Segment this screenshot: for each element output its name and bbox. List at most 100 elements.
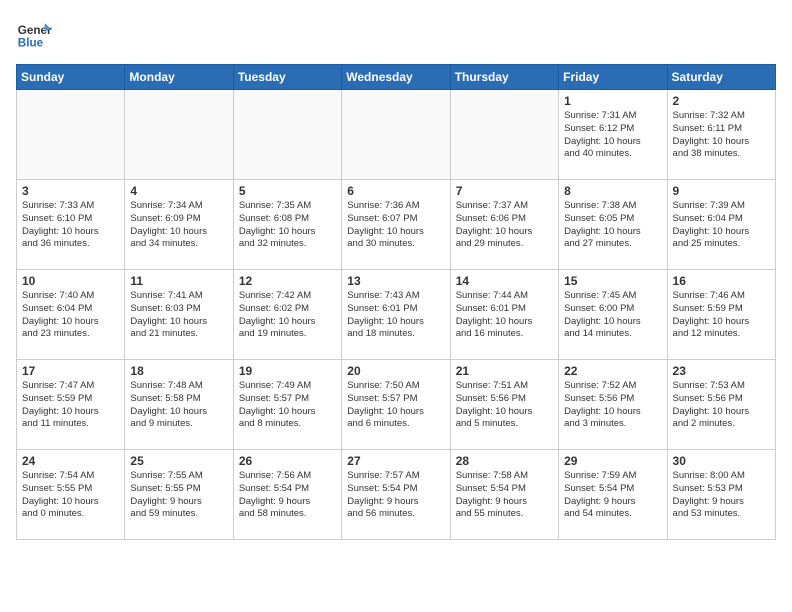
calendar-body: 1 Sunrise: 7:31 AMSunset: 6:12 PMDaylight… [17,90,776,540]
day-cell: 28 Sunrise: 7:58 AMSunset: 5:54 PMDayligh… [450,450,558,540]
day-info: Sunrise: 8:00 AMSunset: 5:53 PMDaylight:… [673,470,770,521]
day-cell: 6 Sunrise: 7:36 AMSunset: 6:07 PMDaylight… [342,180,450,270]
day-info: Sunrise: 7:39 AMSunset: 6:04 PMDaylight:… [673,200,770,251]
day-info: Sunrise: 7:40 AMSunset: 6:04 PMDaylight:… [22,290,119,341]
day-cell: 23 Sunrise: 7:53 AMSunset: 5:56 PMDayligh… [667,360,775,450]
day-info: Sunrise: 7:56 AMSunset: 5:54 PMDaylight:… [239,470,336,521]
weekday-saturday: Saturday [667,65,775,90]
day-info: Sunrise: 7:52 AMSunset: 5:56 PMDaylight:… [564,380,661,431]
day-number: 22 [564,364,661,378]
logo: General Blue [16,16,58,52]
day-number: 9 [673,184,770,198]
day-number: 14 [456,274,553,288]
week-row-2: 3 Sunrise: 7:33 AMSunset: 6:10 PMDaylight… [17,180,776,270]
day-cell: 24 Sunrise: 7:54 AMSunset: 5:55 PMDayligh… [17,450,125,540]
day-cell: 25 Sunrise: 7:55 AMSunset: 5:55 PMDayligh… [125,450,233,540]
day-info: Sunrise: 7:31 AMSunset: 6:12 PMDaylight:… [564,110,661,161]
day-cell [450,90,558,180]
day-number: 6 [347,184,444,198]
weekday-thursday: Thursday [450,65,558,90]
day-info: Sunrise: 7:33 AMSunset: 6:10 PMDaylight:… [22,200,119,251]
day-cell: 27 Sunrise: 7:57 AMSunset: 5:54 PMDayligh… [342,450,450,540]
day-cell: 1 Sunrise: 7:31 AMSunset: 6:12 PMDaylight… [559,90,667,180]
week-row-4: 17 Sunrise: 7:47 AMSunset: 5:59 PMDayligh… [17,360,776,450]
day-cell [125,90,233,180]
day-cell: 11Sunrise: 7:41 AMSunset: 6:03 PMDayligh… [125,270,233,360]
weekday-friday: Friday [559,65,667,90]
day-number: 17 [22,364,119,378]
day-number: 10 [22,274,119,288]
day-cell: 26 Sunrise: 7:56 AMSunset: 5:54 PMDayligh… [233,450,341,540]
week-row-3: 10 Sunrise: 7:40 AMSunset: 6:04 PMDayligh… [17,270,776,360]
day-info: Sunrise: 7:59 AMSunset: 5:54 PMDaylight:… [564,470,661,521]
day-number: 30 [673,454,770,468]
day-cell: 30 Sunrise: 8:00 AMSunset: 5:53 PMDayligh… [667,450,775,540]
day-number: 26 [239,454,336,468]
day-cell: 10 Sunrise: 7:40 AMSunset: 6:04 PMDayligh… [17,270,125,360]
day-info: Sunrise: 7:45 AMSunset: 6:00 PMDaylight:… [564,290,661,341]
day-cell: 3 Sunrise: 7:33 AMSunset: 6:10 PMDaylight… [17,180,125,270]
day-number: 4 [130,184,227,198]
day-number: 3 [22,184,119,198]
day-cell: 7 Sunrise: 7:37 AMSunset: 6:06 PMDaylight… [450,180,558,270]
day-cell: 18Sunrise: 7:48 AMSunset: 5:58 PMDayligh… [125,360,233,450]
week-row-1: 1 Sunrise: 7:31 AMSunset: 6:12 PMDaylight… [17,90,776,180]
day-info: Sunrise: 7:34 AMSunset: 6:09 PMDaylight:… [130,200,227,251]
day-info: Sunrise: 7:35 AMSunset: 6:08 PMDaylight:… [239,200,336,251]
day-info: Sunrise: 7:36 AMSunset: 6:07 PMDaylight:… [347,200,444,251]
day-info: Sunrise: 7:37 AMSunset: 6:06 PMDaylight:… [456,200,553,251]
day-number: 25 [130,454,227,468]
day-info: Sunrise: 7:54 AMSunset: 5:55 PMDaylight:… [22,470,119,521]
day-number: 27 [347,454,444,468]
day-info: Sunrise: 7:42 AMSunset: 6:02 PMDaylight:… [239,290,336,341]
svg-text:Blue: Blue [18,37,44,50]
day-number: 7 [456,184,553,198]
day-number: 20 [347,364,444,378]
day-cell [17,90,125,180]
weekday-wednesday: Wednesday [342,65,450,90]
day-number: 8 [564,184,661,198]
day-info: Sunrise: 7:43 AMSunset: 6:01 PMDaylight:… [347,290,444,341]
weekday-sunday: Sunday [17,65,125,90]
day-number: 29 [564,454,661,468]
day-info: Sunrise: 7:38 AMSunset: 6:05 PMDaylight:… [564,200,661,251]
weekday-monday: Monday [125,65,233,90]
day-cell: 8 Sunrise: 7:38 AMSunset: 6:05 PMDaylight… [559,180,667,270]
day-number: 2 [673,94,770,108]
day-number: 18 [130,364,227,378]
day-info: Sunrise: 7:51 AMSunset: 5:56 PMDaylight:… [456,380,553,431]
day-number: 28 [456,454,553,468]
day-cell [233,90,341,180]
day-info: Sunrise: 7:47 AMSunset: 5:59 PMDaylight:… [22,380,119,431]
day-info: Sunrise: 7:46 AMSunset: 5:59 PMDaylight:… [673,290,770,341]
day-info: Sunrise: 7:41 AMSunset: 6:03 PMDaylight:… [130,290,227,341]
day-number: 23 [673,364,770,378]
day-cell: 2 Sunrise: 7:32 AMSunset: 6:11 PMDaylight… [667,90,775,180]
day-info: Sunrise: 7:32 AMSunset: 6:11 PMDaylight:… [673,110,770,161]
day-info: Sunrise: 7:55 AMSunset: 5:55 PMDaylight:… [130,470,227,521]
day-number: 21 [456,364,553,378]
calendar-table: SundayMondayTuesdayWednesdayThursdayFrid… [16,64,776,540]
weekday-header-row: SundayMondayTuesdayWednesdayThursdayFrid… [17,65,776,90]
day-cell: 15 Sunrise: 7:45 AMSunset: 6:00 PMDayligh… [559,270,667,360]
day-number: 13 [347,274,444,288]
day-cell: 22 Sunrise: 7:52 AMSunset: 5:56 PMDayligh… [559,360,667,450]
day-info: Sunrise: 7:53 AMSunset: 5:56 PMDaylight:… [673,380,770,431]
day-cell: 13 Sunrise: 7:43 AMSunset: 6:01 PMDayligh… [342,270,450,360]
day-number: 5 [239,184,336,198]
day-cell: 29 Sunrise: 7:59 AMSunset: 5:54 PMDayligh… [559,450,667,540]
day-cell: 12Sunrise: 7:42 AMSunset: 6:02 PMDayligh… [233,270,341,360]
day-info: Sunrise: 7:58 AMSunset: 5:54 PMDaylight:… [456,470,553,521]
day-cell: 20 Sunrise: 7:50 AMSunset: 5:57 PMDayligh… [342,360,450,450]
day-number: 1 [564,94,661,108]
day-cell: 9 Sunrise: 7:39 AMSunset: 6:04 PMDaylight… [667,180,775,270]
day-cell: 19Sunrise: 7:49 AMSunset: 5:57 PMDayligh… [233,360,341,450]
day-info: Sunrise: 7:50 AMSunset: 5:57 PMDaylight:… [347,380,444,431]
day-cell: 14Sunrise: 7:44 AMSunset: 6:01 PMDayligh… [450,270,558,360]
day-cell: 4 Sunrise: 7:34 AMSunset: 6:09 PMDaylight… [125,180,233,270]
day-number: 15 [564,274,661,288]
weekday-tuesday: Tuesday [233,65,341,90]
day-number: 24 [22,454,119,468]
day-info: Sunrise: 7:49 AMSunset: 5:57 PMDaylight:… [239,380,336,431]
day-info: Sunrise: 7:57 AMSunset: 5:54 PMDaylight:… [347,470,444,521]
